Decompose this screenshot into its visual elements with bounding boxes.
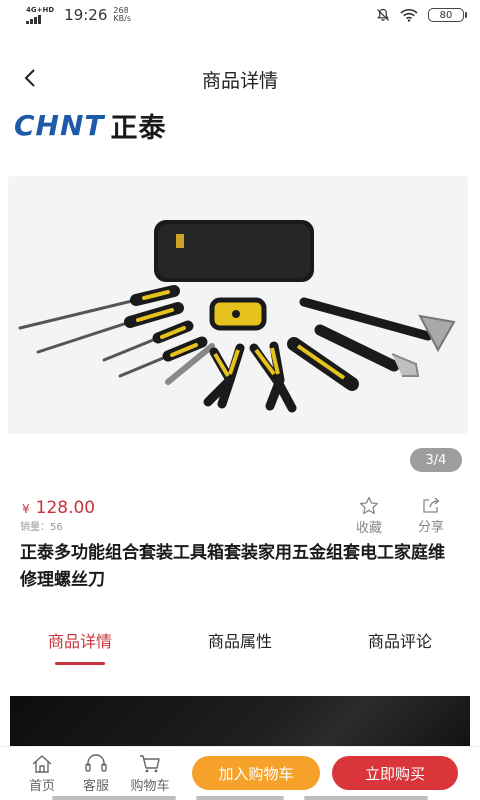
status-left: 4G+HD 19:26 268 KB/s	[26, 6, 131, 24]
sales-count: 销量：56	[20, 522, 63, 533]
network-type: 4G+HD	[26, 6, 55, 14]
signal-icon	[26, 14, 41, 24]
system-nav-indicator	[52, 796, 176, 800]
system-nav-indicator	[304, 796, 428, 800]
cart-label: 购物车	[130, 778, 170, 794]
page-title: 商品详情	[201, 69, 278, 92]
product-title: 正泰多功能组合套装工具箱套装家用五金组套电工家庭维修理螺丝刀	[20, 543, 445, 590]
price-amount: 128.00	[35, 498, 96, 518]
detail-tabs: 商品详情 商品属性 商品评论	[0, 628, 480, 668]
buy-now-button[interactable]: 立即购买	[332, 756, 458, 790]
tab-label: 商品属性	[207, 632, 272, 651]
tab-product-details[interactable]: 商品详情	[0, 628, 160, 668]
brand-logo: CHNT 正泰	[14, 108, 167, 144]
back-button[interactable]	[14, 62, 46, 94]
clock: 19:26	[64, 6, 108, 24]
share-button[interactable]: 分享	[418, 496, 444, 535]
customer-service-label: 客服	[82, 778, 109, 794]
system-nav-indicator	[196, 796, 284, 800]
tab-product-attributes[interactable]: 商品属性	[160, 628, 320, 668]
network-speed-unit: KB/s	[113, 14, 131, 23]
headset-icon	[85, 753, 107, 772]
add-to-cart-button[interactable]: 加入购物车	[192, 756, 320, 790]
tab-label: 商品评论	[367, 632, 432, 651]
home-label: 首页	[28, 778, 55, 794]
tab-label: 商品详情	[47, 632, 112, 651]
product-price: ¥ 128.00	[22, 498, 95, 518]
wifi-icon	[400, 9, 418, 22]
status-right: 80	[376, 8, 467, 22]
chevron-left-icon	[24, 69, 35, 87]
tab-product-reviews[interactable]: 商品评论	[320, 628, 480, 668]
star-icon	[359, 496, 379, 515]
active-tab-underline	[55, 662, 105, 665]
nav-header: 商品详情	[0, 56, 480, 102]
brand-logo-en: CHNT	[14, 108, 105, 142]
price-currency: ¥	[22, 502, 30, 516]
favorite-label: 收藏	[356, 521, 383, 536]
home-icon	[32, 754, 52, 773]
shopping-cart-icon	[140, 754, 160, 772]
cart-button[interactable]: 购物车	[126, 754, 174, 794]
customer-service-button[interactable]: 客服	[72, 753, 120, 794]
favorite-button[interactable]: 收藏	[356, 496, 382, 536]
product-image[interactable]	[8, 176, 468, 434]
image-page-indicator: 3/4	[410, 448, 462, 472]
battery-icon: 80	[428, 8, 467, 22]
home-button[interactable]: 首页	[18, 754, 66, 794]
mute-bell-icon	[377, 8, 389, 21]
share-label: 分享	[418, 520, 445, 535]
network-speed: 268 KB/s	[113, 7, 131, 23]
network-indicator: 4G+HD	[26, 6, 54, 24]
share-icon	[423, 497, 440, 513]
brand-logo-cn: 正泰	[110, 112, 167, 144]
status-bar: 4G+HD 19:26 268 KB/s 80	[0, 0, 480, 30]
tool-kit-illustration	[18, 220, 456, 413]
